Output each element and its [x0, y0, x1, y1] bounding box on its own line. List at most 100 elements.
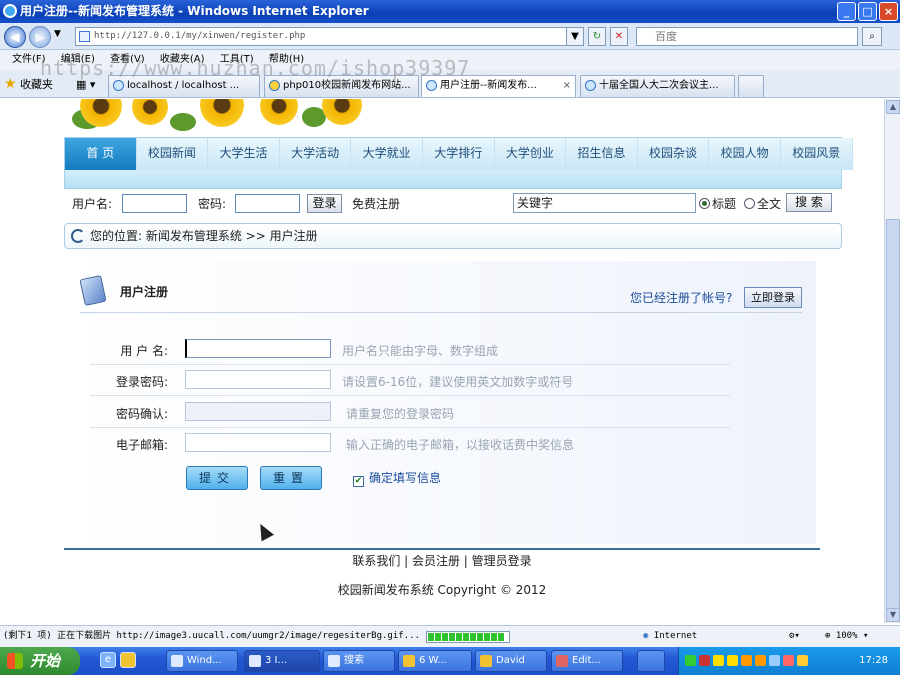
taskbar-item-folders[interactable]: 6 W... — [398, 650, 472, 672]
zoom-icon: ⊕ — [825, 631, 831, 641]
refresh-icon[interactable]: ↻ — [588, 27, 606, 46]
tray-network-icon[interactable] — [685, 655, 696, 666]
tab-page-icon — [113, 80, 124, 91]
login-bar: 用户名: 密码: 登录 免费注册 关键字 标题 全文 搜 索 — [64, 189, 842, 221]
taskbar-item-ie[interactable]: 3 I... — [244, 650, 320, 672]
main-nav: 首 页 校园新闻 大学生活 大学活动 大学就业 大学排行 大学创业 招生信息 校… — [64, 137, 853, 189]
login-username-input[interactable] — [122, 194, 187, 213]
tray-security-icon[interactable] — [783, 655, 794, 666]
taskbar-item-edit[interactable]: Edit... — [551, 650, 623, 672]
quick-tabs-icon[interactable]: ▦ ▾ — [76, 78, 95, 91]
breadcrumb-text: 您的位置: 新闻发布管理系统 >> 用户注册 — [90, 229, 318, 243]
url-field[interactable]: http://127.0.0.1/my/xinwen/register.php — [75, 27, 583, 46]
radio-fulltext[interactable] — [744, 198, 755, 209]
taskbar-item-label: David — [496, 655, 525, 666]
menu-favorites[interactable]: 收藏夹(A) — [160, 50, 205, 70]
email-field[interactable] — [185, 433, 331, 452]
vertical-scrollbar[interactable]: ▲ ▼ — [884, 99, 900, 623]
keyword-input[interactable]: 关键字 — [513, 193, 696, 213]
tray-qq-icon-2[interactable] — [727, 655, 738, 666]
app-icon — [171, 655, 183, 667]
close-button[interactable]: × — [879, 2, 898, 21]
nav-campus-people[interactable]: 校园人物 — [709, 138, 781, 170]
username-field[interactable] — [185, 339, 331, 358]
app-icon — [249, 655, 261, 667]
submit-button[interactable]: 提交 — [186, 466, 248, 490]
nav-home[interactable]: 首 页 — [65, 138, 137, 170]
search-option-title[interactable]: 标题 — [699, 195, 736, 212]
ie-quicklaunch-icon[interactable]: e — [100, 652, 116, 668]
nav-rankings[interactable]: 大学排行 — [422, 138, 495, 170]
scroll-thumb[interactable] — [886, 219, 900, 609]
nav-campus-news[interactable]: 校园新闻 — [136, 138, 209, 170]
menu-tools[interactable]: 工具(T) — [220, 50, 254, 70]
nav-admissions[interactable]: 招生信息 — [566, 138, 638, 170]
free-register-link[interactable]: 免费注册 — [352, 195, 400, 212]
login-now-button[interactable]: 立即登录 — [744, 287, 802, 308]
tray-shield-icon[interactable] — [797, 655, 808, 666]
tray-qq-icon[interactable] — [713, 655, 724, 666]
reset-button[interactable]: 重置 — [260, 466, 322, 490]
stop-icon[interactable]: ✕ — [610, 27, 628, 46]
folder-quicklaunch-icon[interactable] — [120, 652, 136, 668]
tab-npc[interactable]: 十届全国人大二次会议主... — [580, 75, 735, 97]
nav-startup[interactable]: 大学创业 — [494, 138, 567, 170]
address-toolbar: ◀ ▶ ▼ http://127.0.0.1/my/xinwen/registe… — [0, 23, 900, 50]
url-dropdown-icon[interactable]: ▼ — [566, 27, 584, 46]
tray-user-icon[interactable] — [741, 655, 752, 666]
minimize-button[interactable]: _ — [837, 2, 856, 21]
nav-campus-scenery[interactable]: 校园风景 — [780, 138, 853, 170]
nav-college-life[interactable]: 大学生活 — [208, 138, 280, 170]
new-tab-button[interactable] — [738, 75, 764, 97]
radio-title[interactable] — [699, 198, 710, 209]
confirm-checkbox[interactable]: ✔ 确定填写信息 — [353, 469, 441, 487]
location-icon — [71, 229, 85, 243]
start-button[interactable]: 开始 — [0, 647, 80, 675]
start-label: 开始 — [30, 652, 61, 670]
search-option-fulltext[interactable]: 全文 — [744, 195, 781, 212]
tab-register[interactable]: 用户注册--新闻发布... × — [421, 75, 576, 97]
login-password-input[interactable] — [235, 194, 300, 213]
favorites-button[interactable]: ★ 收藏夹 — [4, 75, 53, 94]
menu-help[interactable]: 帮助(H) — [269, 50, 304, 70]
back-button[interactable]: ◀ — [4, 26, 26, 48]
tab-php010[interactable]: php010校园新闻发布网站... — [264, 75, 419, 97]
taskbar-item-search[interactable]: 搜索 — [323, 650, 395, 672]
forward-button[interactable]: ▶ — [29, 26, 51, 48]
email-field-label: 电子邮箱: — [115, 438, 168, 452]
footer-links[interactable]: 联系我们 | 会员注册 | 管理员登录 — [0, 552, 884, 569]
tab-localhost[interactable]: localhost / localhost ... — [108, 75, 260, 97]
taskbar-overflow-button[interactable] — [637, 650, 665, 672]
history-dropdown-icon[interactable]: ▼ — [54, 29, 61, 39]
scroll-down-icon[interactable]: ▼ — [886, 608, 900, 622]
password-row: 登录密码: 请设置6-16位，建议使用英文加数字或符号 — [90, 368, 730, 396]
password-confirm-row: 密码确认: 请重复您的登录密码 — [90, 400, 730, 428]
tab-close-icon[interactable]: × — [563, 76, 571, 96]
search-field[interactable]: 百度 — [636, 27, 858, 46]
zoom-control[interactable]: ⊕ 100% ▾ — [825, 626, 868, 646]
menu-file[interactable]: 文件(F) — [12, 50, 46, 70]
nav-activities[interactable]: 大学活动 — [279, 138, 352, 170]
tray-antivirus-icon[interactable] — [699, 655, 710, 666]
site-search-button[interactable]: 搜 索 — [786, 193, 832, 212]
windows-logo-icon — [7, 653, 23, 669]
taskbar-item-wind[interactable]: Wind... — [166, 650, 238, 672]
login-button[interactable]: 登录 — [307, 194, 342, 213]
nav-campus-talk[interactable]: 校园杂谈 — [637, 138, 710, 170]
email-hint: 输入正确的电子邮箱，以接收话费中奖信息 — [346, 438, 575, 452]
confirm-label: 确定填写信息 — [369, 471, 442, 485]
menu-view[interactable]: 查看(V) — [110, 50, 145, 70]
password-field[interactable] — [185, 370, 331, 389]
tray-volume-icon[interactable] — [769, 655, 780, 666]
search-icon[interactable]: ⌕ — [862, 27, 882, 46]
password-confirm-field[interactable] — [185, 402, 331, 421]
maximize-button[interactable]: □ — [858, 2, 877, 21]
taskbar-item-label: Edit... — [572, 655, 601, 666]
taskbar-item-david[interactable]: David — [475, 650, 547, 672]
window-titlebar: 用户注册--新闻发布管理系统 - Windows Internet Explor… — [0, 0, 900, 23]
nav-employment[interactable]: 大学就业 — [351, 138, 423, 170]
tray-user-icon-2[interactable] — [755, 655, 766, 666]
scroll-up-icon[interactable]: ▲ — [886, 100, 900, 114]
protected-mode-icon[interactable]: ⚙▾ — [789, 626, 800, 646]
menu-edit[interactable]: 编辑(E) — [61, 50, 95, 70]
